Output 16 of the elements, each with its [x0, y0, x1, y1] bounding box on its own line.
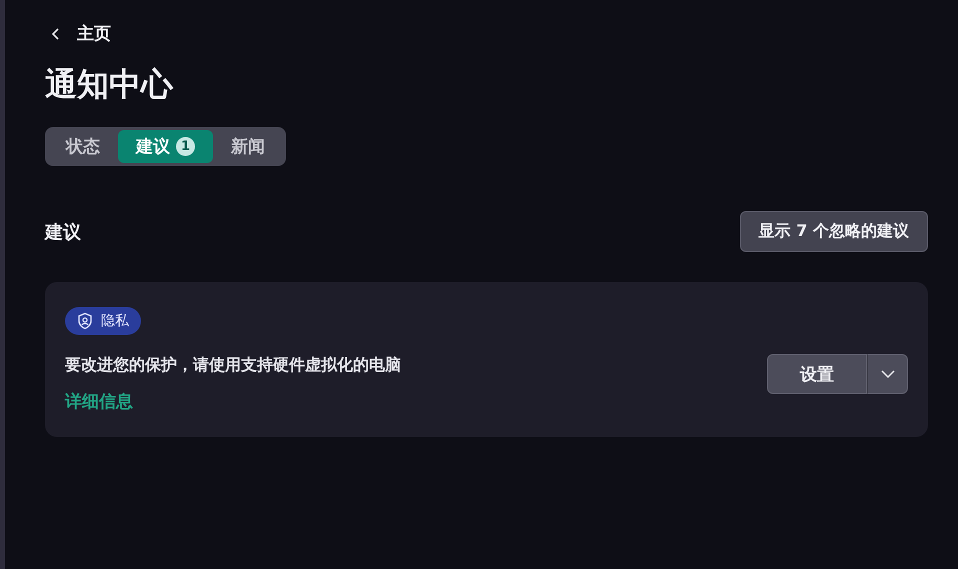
- count-badge: 1: [176, 137, 195, 156]
- suggestion-text: 要改进您的保护，请使用支持硬件虚拟化的电脑: [65, 355, 401, 376]
- back-button[interactable]: 主页: [45, 22, 111, 45]
- show-ignored-button[interactable]: 显示 7 个忽略的建议: [740, 211, 928, 252]
- back-icon: [51, 26, 61, 40]
- page-title: 通知中心: [45, 64, 174, 105]
- shield-icon: [77, 312, 93, 330]
- settings-button[interactable]: 设置: [767, 354, 867, 394]
- tab[interactable]: 建议 1: [118, 130, 213, 163]
- section-heading: 建议: [45, 220, 81, 244]
- details-link[interactable]: 详细信息: [65, 390, 133, 413]
- chevron-down-icon: [880, 370, 894, 378]
- tab[interactable]: 新闻: [213, 130, 283, 163]
- tab[interactable]: 状态: [48, 130, 118, 163]
- category-tag: 隐私: [65, 307, 141, 335]
- dropdown-button[interactable]: [867, 354, 908, 394]
